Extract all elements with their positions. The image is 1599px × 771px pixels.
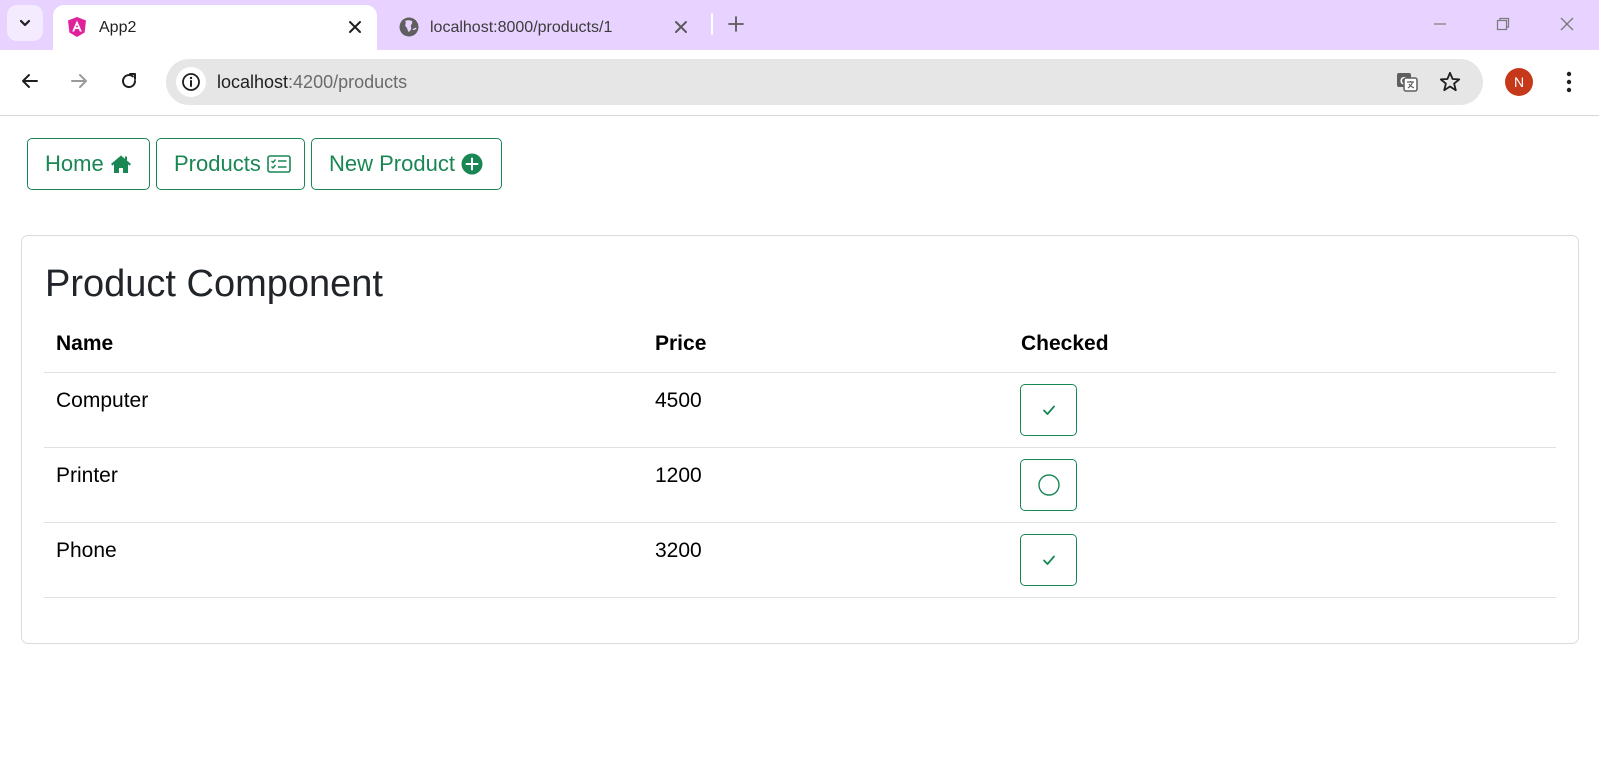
restore-button[interactable] [1491, 12, 1515, 36]
forward-button[interactable] [64, 66, 94, 96]
home-button[interactable]: Home [27, 138, 150, 190]
browser-toolbar: localhost:4200/products G N [0, 50, 1599, 116]
tab-title: App2 [99, 19, 137, 36]
new-tab-button[interactable] [724, 12, 748, 36]
bookmark-button[interactable] [1436, 68, 1464, 96]
angular-icon [65, 15, 89, 39]
page-title: Product Component [45, 263, 383, 305]
tab-divider [711, 13, 713, 35]
minimize-icon [1434, 23, 1446, 25]
translate-icon: G [1397, 73, 1418, 92]
row-divider [44, 522, 1556, 523]
product-card: Product Component Name Price Checked Com… [21, 235, 1579, 644]
products-button[interactable]: Products [156, 138, 305, 190]
row-divider [44, 447, 1556, 448]
arrow-left-icon [22, 74, 38, 88]
plus-icon [728, 16, 744, 32]
browser-tab-bar: App2 localhost:8000/products/1 [0, 0, 1599, 50]
url-host: localhost [217, 72, 289, 92]
cell-price: 1200 [655, 464, 702, 487]
close-icon [1560, 17, 1574, 31]
cell-name: Printer [56, 464, 118, 487]
info-icon [182, 73, 200, 91]
star-icon [1439, 71, 1461, 92]
tab-localhost-8000[interactable]: localhost:8000/products/1 [383, 5, 703, 50]
globe-icon [397, 15, 421, 39]
tab-search-button[interactable] [7, 5, 43, 41]
browser-menu-button[interactable] [1557, 68, 1581, 96]
check-toggle-button[interactable] [1020, 384, 1077, 436]
card-checklist-icon [267, 155, 291, 173]
circle-icon [1037, 474, 1060, 496]
column-header-price: Price [655, 332, 707, 355]
plus-circle-icon [461, 153, 483, 175]
close-tab-icon[interactable] [671, 17, 691, 37]
url-text[interactable]: localhost:4200/products [217, 72, 407, 93]
products-button-label: Products [174, 151, 261, 176]
restore-icon [1496, 17, 1510, 31]
column-header-checked: Checked [1021, 332, 1109, 355]
cell-price: 3200 [655, 539, 702, 562]
cell-price: 4500 [655, 389, 702, 412]
translate-button[interactable]: G [1393, 68, 1421, 96]
row-divider [44, 597, 1556, 598]
arrow-right-icon [71, 74, 87, 88]
url-path: :4200/products [288, 72, 408, 92]
close-window-button[interactable] [1555, 12, 1579, 36]
house-icon [110, 154, 132, 174]
home-button-label: Home [45, 151, 104, 176]
cell-name: Phone [56, 539, 117, 562]
tab-title: localhost:8000/products/1 [430, 19, 613, 36]
tab-app2[interactable]: App2 [53, 5, 377, 50]
more-vertical-icon [1566, 71, 1572, 93]
profile-avatar[interactable]: N [1505, 68, 1533, 96]
new-product-button[interactable]: New Product [311, 138, 502, 190]
new-product-button-label: New Product [329, 151, 455, 176]
check-icon [1042, 555, 1055, 565]
column-header-name: Name [56, 332, 114, 355]
site-info-button[interactable] [176, 67, 206, 97]
back-button[interactable] [15, 66, 45, 96]
address-bar[interactable]: localhost:4200/products G [166, 59, 1483, 105]
chevron-down-icon [19, 19, 31, 27]
minimize-button[interactable] [1428, 12, 1452, 36]
check-icon [1042, 405, 1055, 415]
close-tab-icon[interactable] [345, 17, 365, 37]
header-divider [44, 372, 1556, 373]
reload-button[interactable] [114, 66, 144, 96]
check-toggle-button[interactable] [1020, 459, 1077, 511]
cell-name: Computer [56, 389, 149, 412]
check-toggle-button[interactable] [1020, 534, 1077, 586]
reload-icon [122, 73, 137, 89]
